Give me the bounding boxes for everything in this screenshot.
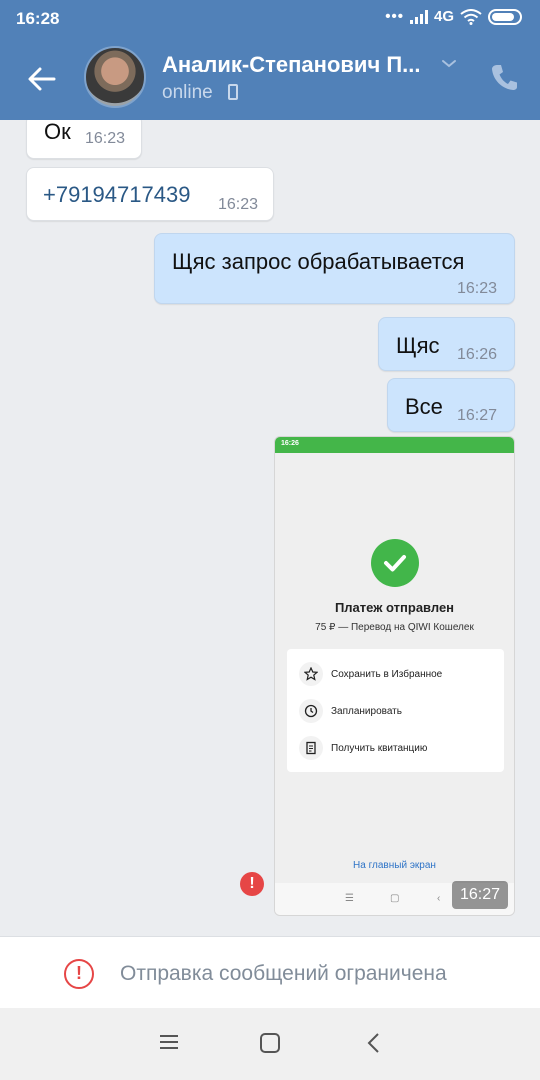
attachment-time: 16:27 xyxy=(451,881,508,909)
message-bubble[interactable]: Все 16:27 xyxy=(387,378,515,432)
action-label: Запланировать xyxy=(331,705,402,717)
message-text: Ок xyxy=(44,120,71,144)
mobile-device-icon xyxy=(228,84,238,100)
recent-apps-menu-icon[interactable] xyxy=(158,1032,180,1052)
battery-icon xyxy=(488,8,522,25)
message-list[interactable]: Ок 16:23 +79194717439 16:23 Щяс запрос о… xyxy=(0,120,540,936)
message-time: 16:23 xyxy=(85,130,126,147)
chevron-down-icon[interactable] xyxy=(440,56,458,70)
success-check-icon xyxy=(371,539,419,587)
messaging-restricted-banner: ! Отправка сообщений ограничена xyxy=(0,936,540,1008)
wifi-icon xyxy=(460,8,482,25)
message-time: 16:27 xyxy=(457,407,498,424)
message-text: Все xyxy=(405,394,443,419)
action-receipt: Получить квитанцию xyxy=(299,735,427,761)
chat-header: 16:28 ••• 4G Аналик-Степанович П... onli… xyxy=(0,0,540,120)
home-button-icon[interactable] xyxy=(259,1032,281,1054)
status-bar: 16:28 ••• 4G xyxy=(0,0,540,36)
message-time: 16:23 xyxy=(457,280,498,297)
network-type: 4G xyxy=(433,8,454,25)
phone-call-icon[interactable] xyxy=(490,62,518,92)
contact-avatar[interactable] xyxy=(84,46,146,108)
message-bubble[interactable]: Щяс запрос обрабатывается 16:23 xyxy=(154,233,515,304)
action-schedule: Запланировать xyxy=(299,698,402,724)
banner-text: Отправка сообщений ограничена xyxy=(120,962,447,985)
back-button-icon[interactable] xyxy=(364,1032,384,1054)
message-text: Щяс xyxy=(396,333,440,358)
action-save-favorites: Сохранить в Избранное xyxy=(299,661,442,687)
image-attachment[interactable]: 16:26 Платеж отправлен 75 ₽ — Перевод на… xyxy=(274,436,515,916)
back-chevron-icon: ‹ xyxy=(437,893,441,904)
action-label: Получить квитанцию xyxy=(331,742,428,754)
menu-icon: ☰ xyxy=(345,893,354,904)
message-text: Щяс запрос обрабатывается xyxy=(172,249,465,274)
message-bubble[interactable]: Щяс 16:26 xyxy=(378,317,515,371)
message-bubble[interactable]: Ок 16:23 xyxy=(26,120,142,159)
attachment-status-time: 16:26 xyxy=(281,440,299,447)
notification-dots-icon: ••• xyxy=(385,8,404,25)
receipt-icon xyxy=(299,736,323,760)
action-label: Сохранить в Избранное xyxy=(331,668,443,680)
status-icons: ••• 4G xyxy=(385,8,522,25)
home-screen-link: На главный экран xyxy=(353,860,436,871)
star-icon xyxy=(299,662,323,686)
message-bubble[interactable]: +79194717439 16:23 xyxy=(26,167,274,221)
payment-actions-card: Сохранить в Избранное Запланировать Полу… xyxy=(287,649,504,772)
home-square-icon: ▢ xyxy=(390,893,400,904)
payment-subtitle: 75 ₽ — Перевод на QIWI Кошелек xyxy=(315,622,474,633)
payment-title: Платеж отправлен xyxy=(334,600,455,615)
system-navigation-bar xyxy=(0,1008,540,1080)
phone-number-link[interactable]: +79194717439 xyxy=(43,182,190,208)
contact-status: online xyxy=(162,82,213,103)
status-time: 16:28 xyxy=(16,9,60,28)
warning-circle-icon: ! xyxy=(64,959,94,989)
back-arrow-icon[interactable] xyxy=(24,62,60,96)
message-time: 16:23 xyxy=(218,196,259,213)
contact-name[interactable]: Аналик-Степанович П... xyxy=(162,52,432,78)
attachment-status-bar: 16:26 xyxy=(275,437,514,453)
signal-icon xyxy=(409,9,428,24)
message-time: 16:26 xyxy=(457,346,498,363)
clock-icon xyxy=(299,699,323,723)
send-error-icon[interactable]: ! xyxy=(240,872,264,896)
